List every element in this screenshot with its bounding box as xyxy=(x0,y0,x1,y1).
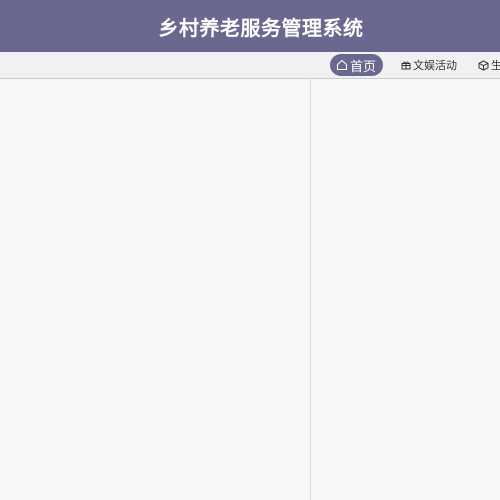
nav-item-life-label: 生 xyxy=(491,57,500,73)
nav-item-life[interactable]: 生 xyxy=(478,54,500,76)
app-header: 乡村养老服务管理系统 xyxy=(0,0,500,52)
top-nav-bar: 首页 文娱活动 生 xyxy=(0,52,500,79)
nav-item-home-label: 首页 xyxy=(350,59,377,75)
nav-item-culture-activities[interactable]: 文娱活动 xyxy=(401,54,457,76)
app-title: 乡村养老服务管理系统 xyxy=(158,15,364,40)
right-content-panel xyxy=(311,79,500,500)
nav-item-home[interactable]: 首页 xyxy=(330,54,384,76)
home-icon xyxy=(336,59,348,71)
nav-item-culture-label: 文娱活动 xyxy=(413,59,457,72)
cube-icon xyxy=(478,60,489,71)
gift-icon xyxy=(401,60,411,70)
left-content-panel xyxy=(0,79,310,500)
